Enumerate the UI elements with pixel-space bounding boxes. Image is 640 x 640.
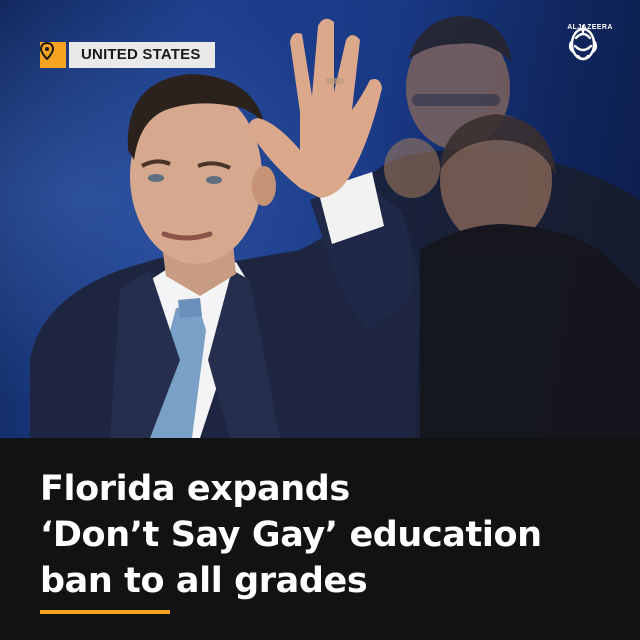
accent-rule bbox=[40, 610, 170, 614]
location-label: UNITED STATES bbox=[69, 42, 215, 68]
al-jazeera-calligraphy-icon bbox=[568, 24, 598, 61]
headline-line-2: ‘Don’t Say Gay’ education bbox=[40, 515, 542, 555]
news-card: UNITED STATES ALJAZEERA Florida expands … bbox=[0, 0, 640, 640]
al-jazeera-logo: ALJAZEERA bbox=[566, 22, 614, 82]
headline-line-3: ban to all grades bbox=[40, 561, 368, 601]
location-tag: UNITED STATES bbox=[40, 42, 215, 68]
news-photo: UNITED STATES ALJAZEERA bbox=[0, 0, 640, 438]
headline-line-1: Florida expands bbox=[40, 469, 350, 509]
headline: Florida expands ‘Don’t Say Gay’ educatio… bbox=[40, 466, 620, 604]
location-pin-icon bbox=[40, 42, 66, 68]
